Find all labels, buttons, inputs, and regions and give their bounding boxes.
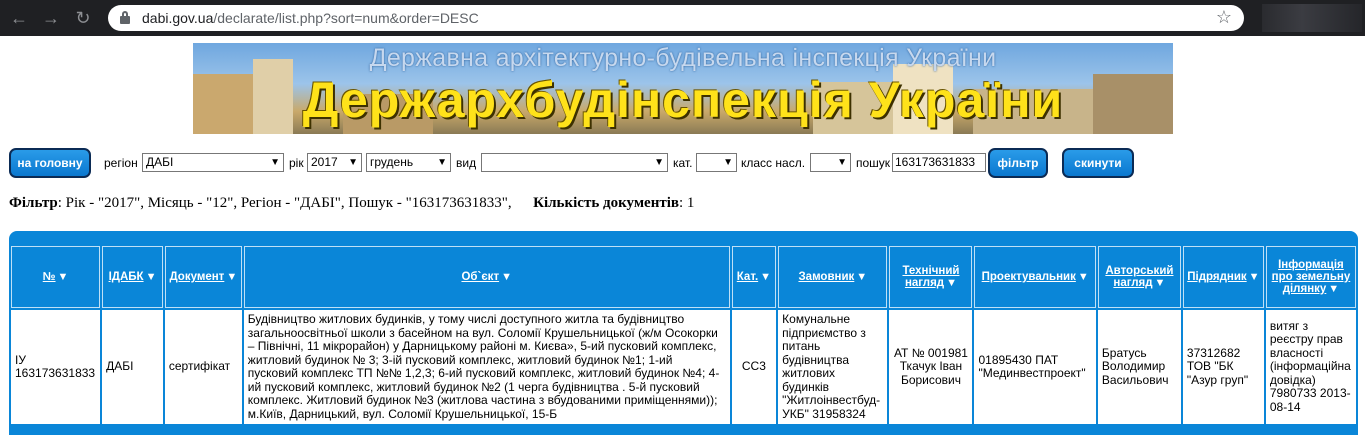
class-select[interactable]: ▼ — [810, 153, 851, 172]
cell-object: Будівництво житлових будинків, у тому чи… — [243, 310, 730, 424]
region-label: регіон — [104, 156, 138, 170]
column-header-tech-supervision[interactable]: Технічний нагляд ▼ — [889, 246, 973, 308]
sort-arrow-icon: ▼ — [946, 277, 957, 289]
document-count-value: : 1 — [678, 195, 695, 211]
column-header-customer[interactable]: Замовник ▼ — [778, 246, 888, 308]
type-select[interactable]: ▼ — [481, 153, 668, 172]
sort-arrow-icon: ▼ — [856, 271, 868, 283]
sort-arrow-icon: ▼ — [760, 271, 772, 283]
year-label: рік — [289, 156, 304, 170]
dropdown-arrow-icon: ▼ — [270, 157, 280, 168]
cell-category: СС3 — [731, 310, 777, 424]
lock-icon — [120, 11, 130, 24]
search-input[interactable]: 163173631833 — [892, 153, 986, 172]
column-header-num[interactable]: № ▼ — [11, 246, 101, 308]
results-table-container: № ▼ ІДАБК ▼ Документ ▼ Об`єкт ▼ Кат. ▼ Замовн… — [9, 231, 1358, 435]
table-header-row: № ▼ ІДАБК ▼ Документ ▼ Об`єкт ▼ Кат. ▼ Замовн… — [11, 246, 1356, 308]
type-label: вид — [456, 156, 477, 170]
column-header-idabk[interactable]: ІДАБК ▼ — [102, 246, 163, 308]
reload-icon[interactable]: ↻ — [72, 7, 94, 29]
cell-designer: 01895430 ПАТ "Мединвестпроект" — [974, 310, 1096, 424]
banner-subtitle: Державна архітектурно-будівельна інспекц… — [369, 44, 997, 72]
year-select[interactable]: 2017 ▼ — [307, 153, 362, 172]
sort-arrow-icon: ▼ — [145, 271, 157, 283]
cell-customer: Комунальне підприємство з питань будівни… — [778, 310, 888, 424]
filter-text: : Рік - "2017", Місяць - "12", Регіон - … — [57, 195, 512, 211]
forward-arrow-icon[interactable]: → — [40, 7, 62, 29]
sort-arrow-icon: ▼ — [57, 271, 69, 283]
column-header-designer[interactable]: Проектувальник ▼ — [974, 246, 1096, 308]
filter-label: Фільтр — [9, 195, 58, 211]
column-header-document[interactable]: Документ ▼ — [164, 246, 242, 308]
banner-title: Держархбудінспекція України — [302, 72, 1064, 128]
url-text: dabi.gov.ua/declarate/list.php?sort=num&… — [142, 10, 479, 26]
search-label: пошук — [856, 156, 891, 170]
cell-num: ІУ 163173631833 — [11, 310, 101, 424]
column-header-object[interactable]: Об`єкт ▼ — [243, 246, 730, 308]
dropdown-arrow-icon: ▼ — [348, 157, 358, 168]
browser-toolbar: ← → ↻ dabi.gov.ua/declarate/list.php?sor… — [0, 0, 1365, 36]
class-label: класс насл. — [741, 156, 806, 170]
cell-contractor: 37312682 ТОВ "БК "Азур груп" — [1182, 310, 1264, 424]
sort-arrow-icon: ▼ — [1154, 277, 1166, 289]
table-row: ІУ 163173631833 ДАБІ сертифікат Будівниц… — [11, 310, 1356, 424]
results-table: № ▼ ІДАБК ▼ Документ ▼ Об`єкт ▼ Кат. ▼ Замовн… — [9, 244, 1358, 426]
category-label: кат. — [673, 156, 693, 170]
address-bar[interactable]: dabi.gov.ua/declarate/list.php?sort=num&… — [108, 5, 1244, 31]
sort-arrow-icon: ▼ — [501, 271, 512, 283]
column-header-category[interactable]: Кат. ▼ — [731, 246, 777, 308]
filter-summary: Фільтр: Рік - "2017", Місяць - "12", Рег… — [9, 195, 694, 212]
column-header-land-info[interactable]: Інформація про земельну ділянку ▼ — [1265, 246, 1356, 308]
bookmark-star-icon[interactable]: ☆ — [1216, 7, 1232, 28]
sort-arrow-icon: ▼ — [1077, 271, 1089, 283]
site-banner[interactable]: Державна архітектурно-будівельна інспекц… — [193, 43, 1173, 134]
sort-arrow-icon: ▼ — [226, 271, 238, 283]
sort-arrow-icon: ▼ — [1328, 283, 1340, 295]
month-select[interactable]: грудень ▼ — [366, 153, 451, 172]
column-header-author-supervision[interactable]: Авторський нагляд ▼ — [1097, 246, 1181, 308]
dropdown-arrow-icon: ▼ — [654, 157, 664, 168]
cell-land-info: витяг з реєстру прав власності (інформац… — [1265, 310, 1356, 424]
cell-tech-supervision: АТ № 001981 Ткачук Іван Борисович — [889, 310, 973, 424]
filter-button[interactable]: фільтр — [988, 148, 1048, 178]
region-select[interactable]: ДАБІ ▼ — [142, 153, 284, 172]
dropdown-arrow-icon: ▼ — [437, 157, 447, 168]
home-button[interactable]: на головну — [9, 148, 91, 178]
cell-document: сертифікат — [164, 310, 242, 424]
category-select[interactable]: ▼ — [696, 153, 737, 172]
back-arrow-icon[interactable]: ← — [8, 7, 30, 29]
browser-extensions-area — [1262, 4, 1362, 32]
dropdown-arrow-icon: ▼ — [837, 157, 847, 168]
cell-idabk: ДАБІ — [102, 310, 163, 424]
reset-button[interactable]: скинути — [1062, 148, 1134, 178]
sort-arrow-icon: ▼ — [1248, 271, 1260, 283]
dropdown-arrow-icon: ▼ — [723, 157, 733, 168]
column-header-contractor[interactable]: Підрядник ▼ — [1182, 246, 1264, 308]
cell-author-supervision: Братусь Володимир Васильович — [1097, 310, 1181, 424]
document-count-label: Кількість документів — [533, 195, 679, 211]
